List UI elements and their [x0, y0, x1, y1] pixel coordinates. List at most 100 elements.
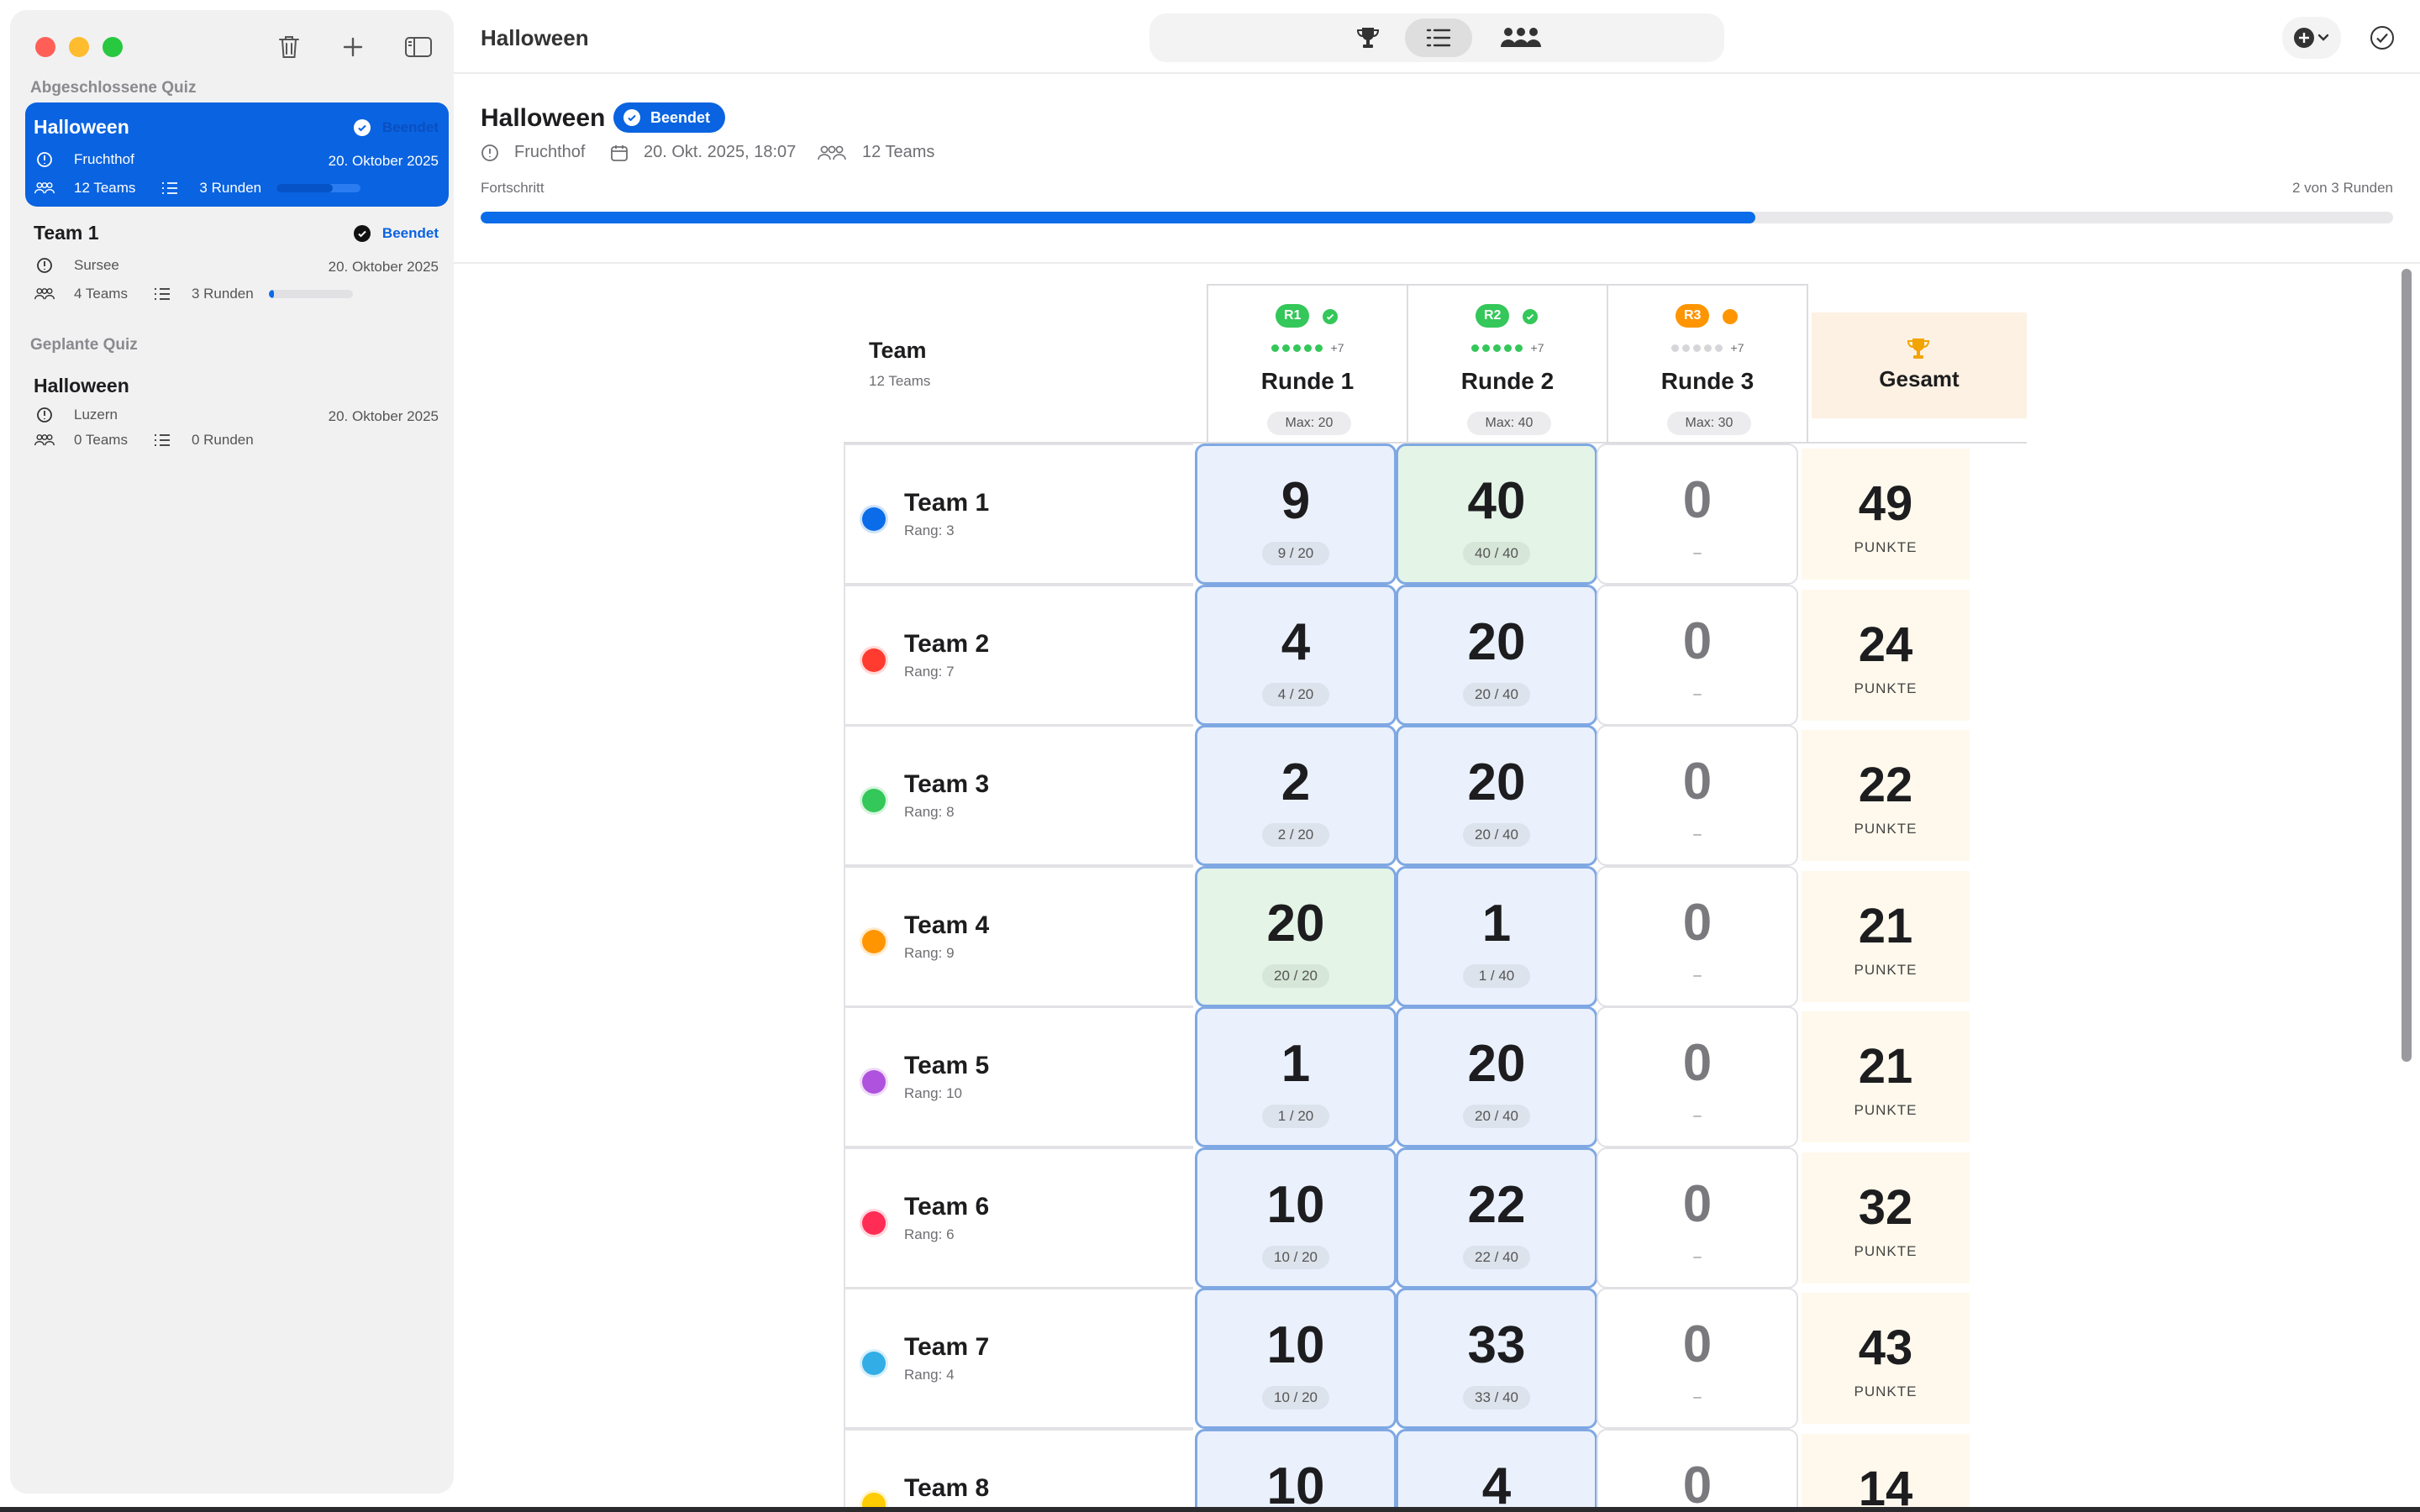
- score-cell-round-2[interactable]: 1 1 / 40: [1396, 866, 1597, 1007]
- status-text: Beendet: [381, 225, 439, 241]
- zoom-window-button[interactable]: [103, 37, 123, 57]
- total-value: 43: [1858, 1320, 1913, 1375]
- round-header-2[interactable]: R2 +7 Runde 2 Max: 40: [1407, 284, 1608, 444]
- team-rank: Rang: 3: [904, 522, 955, 538]
- score-cell-round-2[interactable]: 20 20 / 40: [1396, 585, 1597, 726]
- score-fraction: –: [1693, 1389, 1702, 1404]
- score-cell-round-3[interactable]: 0–: [1597, 1147, 1798, 1289]
- location-icon: [34, 407, 55, 423]
- score-cell-round-3[interactable]: 0–: [1597, 444, 1798, 585]
- team-total: 14PUNKTE: [1802, 1434, 1970, 1512]
- quiz-progress-fill: [276, 184, 334, 192]
- section-planned: Geplante Quiz: [30, 336, 138, 354]
- round-pill: R2: [1476, 304, 1510, 328]
- score-cell-round-3[interactable]: 0–: [1597, 585, 1798, 726]
- question-dot: [1670, 344, 1679, 352]
- scrollbar-thumb[interactable]: [2402, 269, 2412, 1062]
- team-row-8[interactable]: Team 8: [844, 1429, 1193, 1512]
- score-fraction: –: [1693, 967, 1702, 983]
- score-value: 22: [1467, 1176, 1526, 1234]
- score-cell-round-2[interactable]: 20 20 / 40: [1396, 1006, 1597, 1147]
- calendar-icon: [610, 144, 629, 162]
- score-cell-round-1[interactable]: 1 1 / 20: [1195, 1006, 1397, 1147]
- score-cell-round-2[interactable]: 40 40 / 40: [1396, 444, 1597, 585]
- team-color-dot: [862, 789, 886, 812]
- score-fraction: 33 / 40: [1463, 1386, 1530, 1410]
- score-value: 0: [1682, 471, 1712, 529]
- close-window-button[interactable]: [35, 37, 55, 57]
- quiz-progress-fill: [268, 290, 274, 298]
- trash-icon[interactable]: [272, 30, 306, 64]
- question-dot: [1503, 344, 1512, 352]
- score-cell-round-2[interactable]: 33 33 / 40: [1396, 1288, 1597, 1429]
- quiz-card-halloween-planned[interactable]: Halloween Luzern 20. Oktober 2025 0 Team…: [25, 361, 449, 465]
- app-window: Abgeschlossene Quiz Halloween Beendet Fr…: [0, 0, 2420, 1512]
- trophy-icon[interactable]: [1334, 18, 1402, 57]
- total-value: 14: [1858, 1462, 1913, 1512]
- rounds-icon: [159, 180, 181, 197]
- location-icon: [481, 144, 499, 162]
- team-row-7[interactable]: Team 7 Rang: 4: [844, 1288, 1193, 1429]
- list-icon[interactable]: [1405, 18, 1472, 57]
- score-cell-round-1[interactable]: 10: [1195, 1429, 1397, 1512]
- team-color-dot: [862, 1070, 886, 1094]
- meta-teams: 12 Teams: [817, 143, 934, 162]
- toolbar-divider: [454, 72, 2420, 74]
- score-cell-round-1[interactable]: 10 10 / 20: [1195, 1288, 1397, 1429]
- quiz-card-team-1[interactable]: Team 1 Beendet Sursee 20. Oktober 2025 4…: [25, 208, 449, 312]
- score-value: 10: [1266, 1316, 1325, 1374]
- score-cell-round-2[interactable]: 4: [1396, 1429, 1597, 1512]
- score-cell-round-3[interactable]: 0–: [1597, 866, 1798, 1007]
- team-row-2[interactable]: Team 2 Rang: 7: [844, 585, 1193, 726]
- score-cell-round-3[interactable]: 0: [1597, 1429, 1798, 1512]
- score-cell-round-1[interactable]: 9 9 / 20: [1195, 444, 1397, 585]
- team-row-6[interactable]: Team 6 Rang: 6: [844, 1147, 1193, 1289]
- round-header-1[interactable]: R1 +7 Runde 1 Max: 20: [1207, 284, 1408, 444]
- progress-label: Fortschritt: [481, 180, 544, 196]
- score-value: 20: [1467, 753, 1526, 811]
- add-menu-icon[interactable]: [2282, 17, 2341, 59]
- minimize-window-button[interactable]: [69, 37, 89, 57]
- team-name: Team 1: [904, 489, 990, 517]
- checkmark-icon[interactable]: [2361, 17, 2403, 59]
- header-divider: [454, 262, 2420, 264]
- score-cell-round-2[interactable]: 22 22 / 40: [1396, 1147, 1597, 1289]
- score-cell-round-3[interactable]: 0–: [1597, 1006, 1798, 1147]
- question-dot: [1314, 344, 1323, 352]
- status-text: Beendet: [381, 119, 439, 135]
- total-value: 32: [1858, 1180, 1913, 1235]
- meta-location-text: Fruchthof: [514, 143, 586, 161]
- score-fraction: –: [1693, 1107, 1702, 1123]
- team-row-4[interactable]: Team 4 Rang: 9: [844, 866, 1193, 1007]
- question-dot: [1292, 344, 1301, 352]
- team-total: 21 PUNKTE: [1802, 1011, 1970, 1142]
- score-value: 2: [1281, 753, 1311, 811]
- quiz-card-halloween-completed[interactable]: Halloween Beendet Fruchthof 20. Oktober …: [25, 102, 449, 207]
- score-fraction: –: [1693, 1248, 1702, 1264]
- scrollbar[interactable]: [2396, 265, 2413, 1492]
- score-cell-round-2[interactable]: 20 20 / 40: [1396, 725, 1597, 866]
- round-header-3[interactable]: R3 +7 Runde 3 Max: 30: [1607, 284, 1808, 444]
- teams-icon[interactable]: [1479, 18, 1563, 57]
- sidebar-toggle-icon[interactable]: [402, 30, 435, 64]
- score-value: 0: [1682, 1034, 1712, 1092]
- score-cell-round-3[interactable]: 0–: [1597, 1288, 1798, 1429]
- score-cell-round-1[interactable]: 4 4 / 20: [1195, 585, 1397, 726]
- score-value: 1: [1281, 1035, 1311, 1093]
- plus-icon[interactable]: [336, 30, 370, 64]
- score-cell-round-1[interactable]: 10 10 / 20: [1195, 1147, 1397, 1289]
- score-value: 1: [1481, 895, 1512, 953]
- team-row-1[interactable]: Team 1 Rang: 3: [844, 444, 1193, 585]
- status-text: Beendet: [650, 108, 711, 126]
- round-complete-icon: [1323, 309, 1338, 324]
- points-label: PUNKTE: [1854, 539, 1918, 555]
- score-cell-round-3[interactable]: 0–: [1597, 725, 1798, 866]
- score-value: 0: [1682, 1457, 1712, 1512]
- team-row-5[interactable]: Team 5 Rang: 10: [844, 1006, 1193, 1147]
- score-cell-round-1[interactable]: 2 2 / 20: [1195, 725, 1397, 866]
- score-cell-round-1[interactable]: 20 20 / 20: [1195, 866, 1397, 1007]
- score-fraction: 40 / 40: [1463, 542, 1530, 565]
- total-value: 21: [1858, 899, 1913, 953]
- score-fraction: 9 / 20: [1262, 542, 1329, 565]
- team-row-3[interactable]: Team 3 Rang: 8: [844, 725, 1193, 866]
